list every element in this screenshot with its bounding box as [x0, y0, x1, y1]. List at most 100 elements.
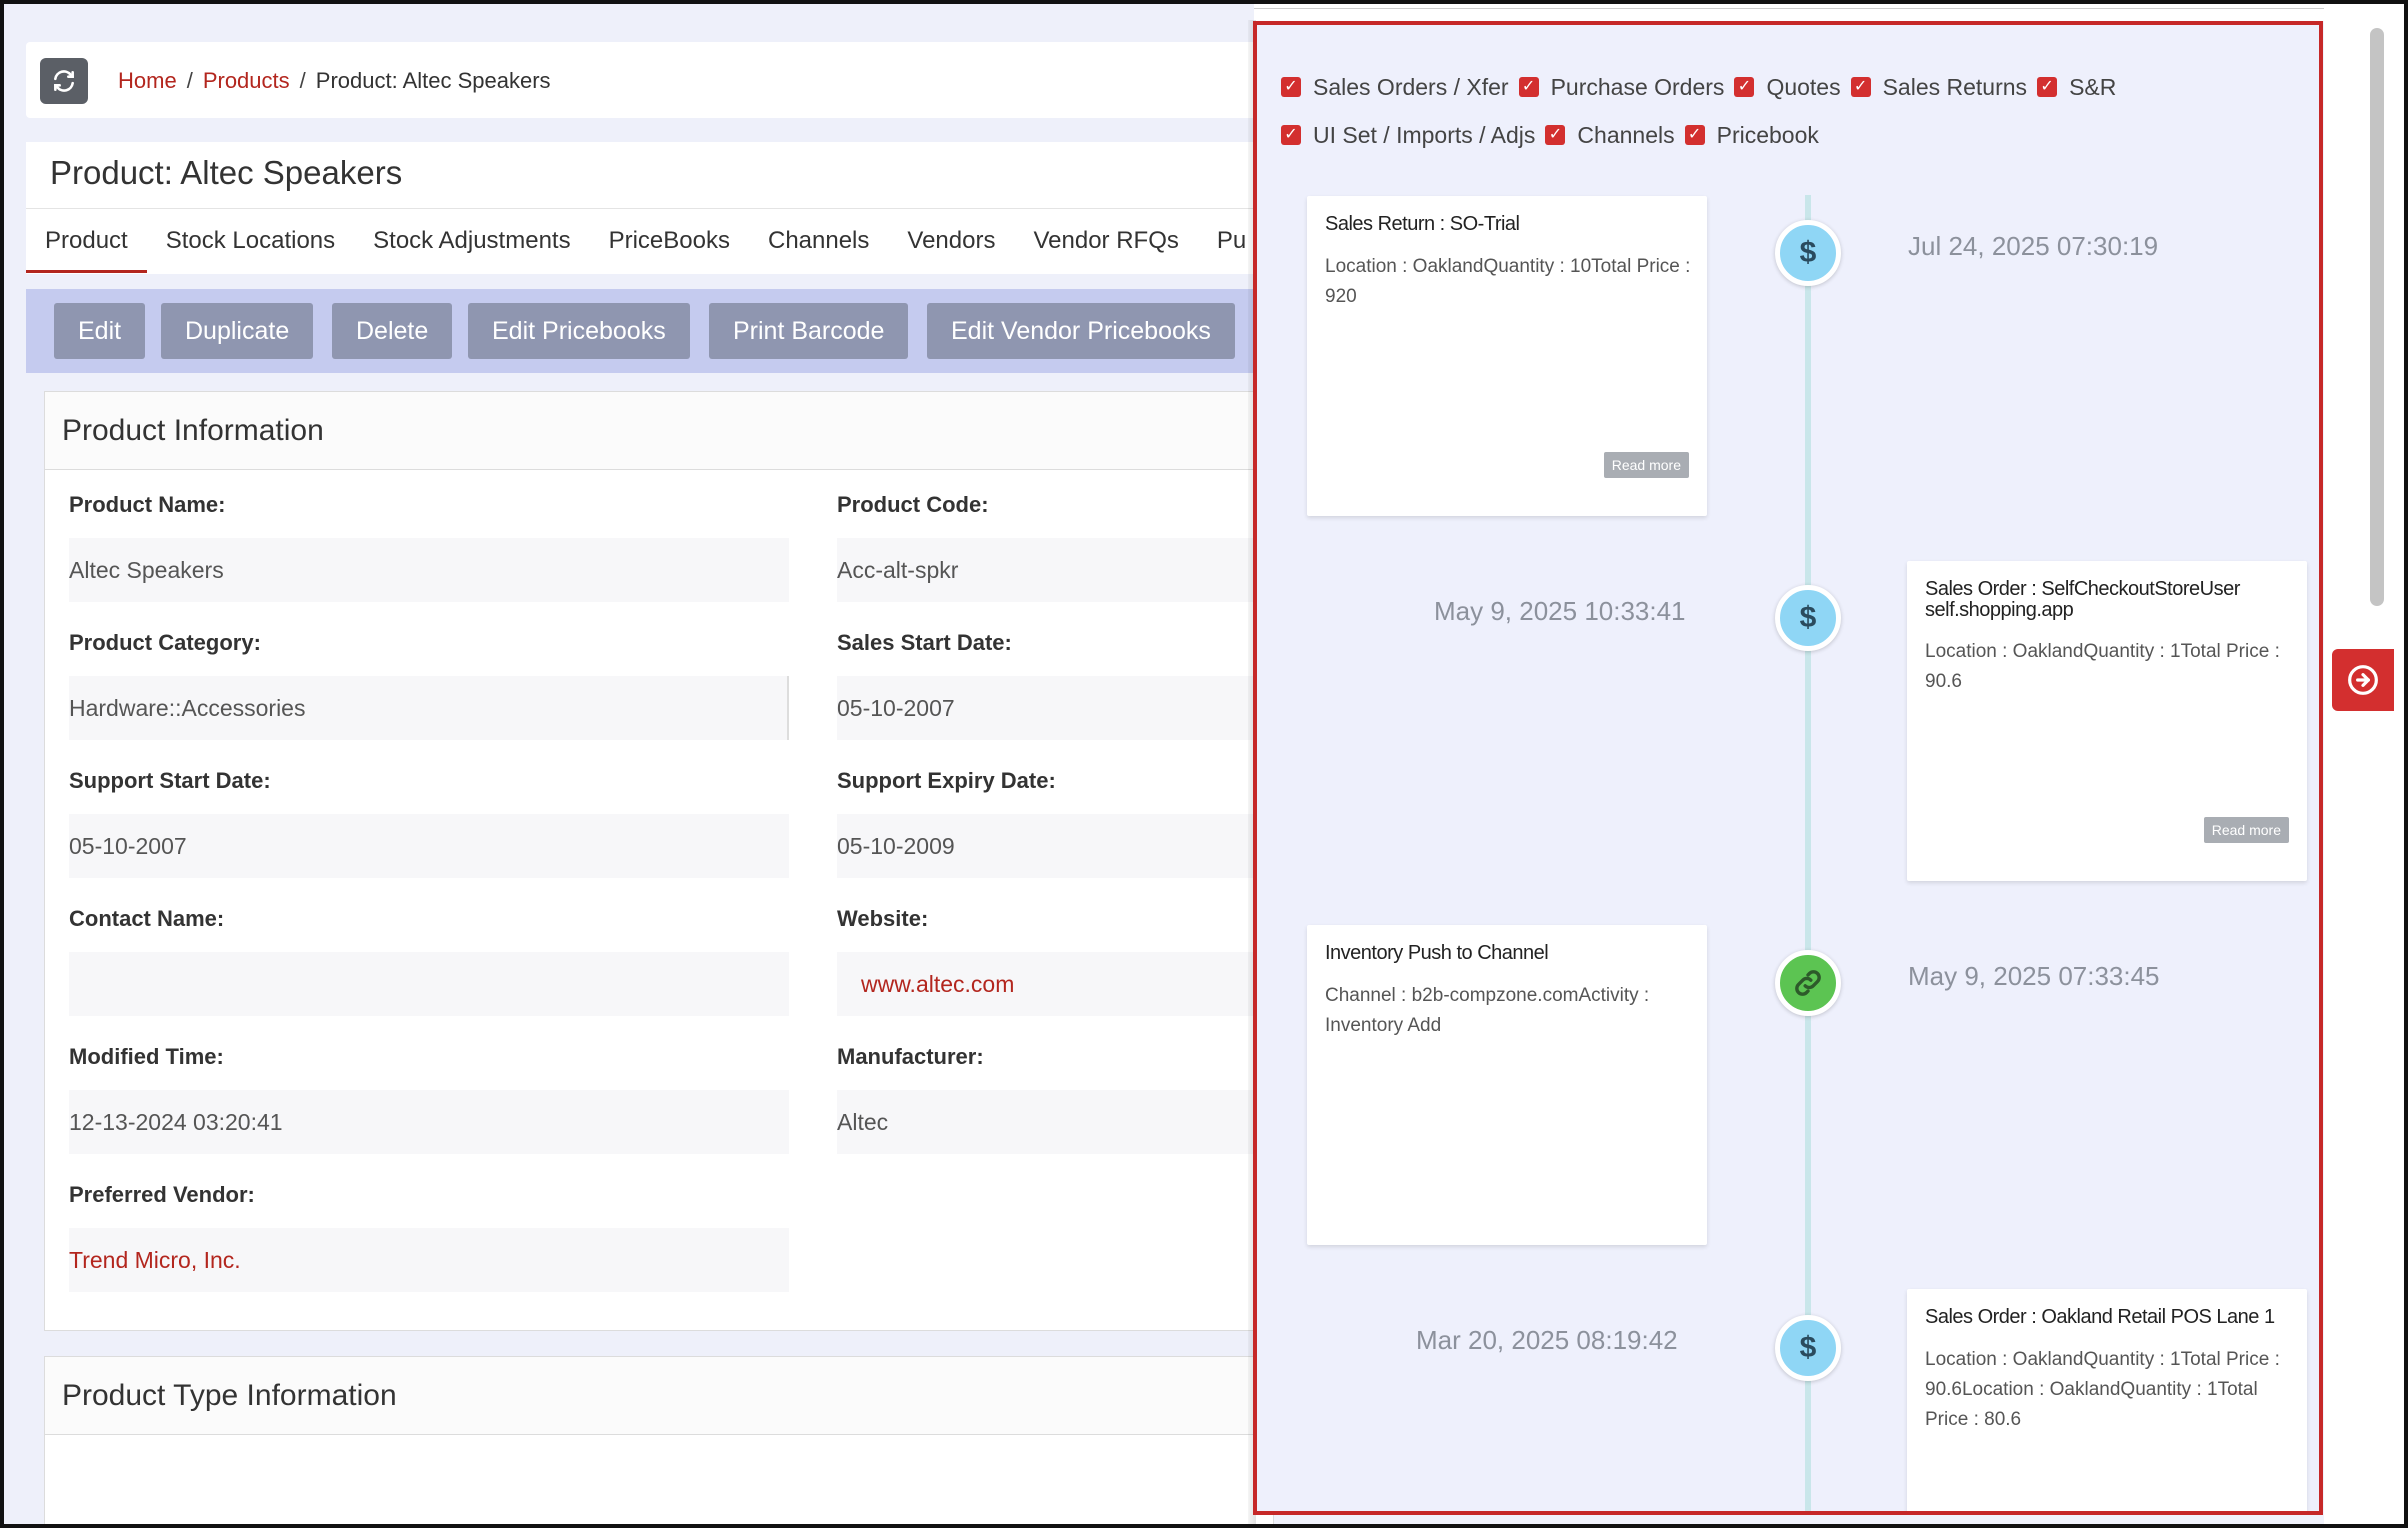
breadcrumb-separator: /	[186, 68, 193, 93]
filter-channels[interactable]: ✓ Channels	[1545, 122, 1678, 149]
arrow-right-circle-icon	[2348, 665, 2378, 695]
filter-label: Pricebook	[1716, 121, 1819, 148]
filter-label: S&R	[2069, 73, 2117, 100]
tab-product[interactable]: Product	[26, 209, 147, 273]
tab-vendors[interactable]: Vendors	[888, 209, 1014, 273]
checkbox-checked-icon[interactable]: ✓	[1850, 77, 1871, 97]
timeline-filters: ✓ Sales Orders / Xfer ✓ Purchase Orders …	[1281, 63, 2301, 159]
manufacturer-label: Manufacturer:	[837, 1044, 984, 1069]
main-content: Home / Products / Product: Altec Speaker…	[4, 4, 1297, 1524]
timeline-card: Sales Return : SO-Trial Location : Oakla…	[1307, 196, 1707, 516]
website-label: Website:	[837, 906, 929, 931]
product-name-value: Altec Speakers	[69, 538, 789, 602]
read-more-button[interactable]: Read more	[2203, 817, 2289, 843]
tab-stock-locations[interactable]: Stock Locations	[147, 209, 354, 273]
filter-s-and-r[interactable]: ✓ S&R	[2037, 74, 2120, 101]
filter-label: UI Set / Imports / Adjs	[1313, 121, 1536, 148]
filter-sales-orders[interactable]: ✓ Sales Orders / Xfer	[1281, 74, 1513, 101]
breadcrumb-products[interactable]: Products	[203, 68, 290, 94]
timeline-card-title: Sales Return : SO-Trial	[1325, 213, 1520, 235]
app-window: Home / Products / Product: Altec Speaker…	[0, 0, 2408, 1528]
support-start-date-label: Support Start Date:	[69, 768, 271, 793]
edit-vendor-pricebooks-button[interactable]: Edit Vendor Pricebooks	[927, 303, 1235, 359]
product-information-card: Product Information Product Name: Altec …	[44, 391, 1297, 1331]
product-type-heading: Product Type Information	[45, 1357, 1273, 1435]
edit-button[interactable]: Edit	[54, 303, 146, 359]
top-strip	[1254, 4, 2404, 21]
filter-quotes[interactable]: ✓ Quotes	[1734, 74, 1844, 101]
checkbox-checked-icon[interactable]: ✓	[1281, 125, 1301, 145]
checkbox-checked-icon[interactable]: ✓	[1518, 77, 1539, 97]
delete-button[interactable]: Delete	[332, 303, 453, 359]
print-barcode-button[interactable]: Print Barcode	[709, 303, 909, 359]
divider	[1254, 8, 2354, 9]
read-more-button[interactable]: Read more	[1603, 452, 1689, 478]
tab-vendor-rfqs[interactable]: Vendor RFQs	[1014, 209, 1197, 273]
checkbox-checked-icon[interactable]: ✓	[1684, 125, 1705, 145]
product-code-label: Product Code:	[837, 492, 989, 517]
sales-start-date-label: Sales Start Date:	[837, 630, 1012, 655]
sales-start-date-value: 05-10-2007	[837, 676, 1297, 740]
filter-label: Sales Orders / Xfer	[1313, 73, 1509, 100]
breadcrumb: Home / Products / Product: Altec Speaker…	[118, 68, 551, 94]
timeline-date: May 9, 2025 07:33:45	[1908, 961, 2160, 991]
timeline-card-title: Sales Order : SelfCheckoutStoreUser self…	[1925, 578, 2240, 621]
refresh-button[interactable]	[40, 58, 88, 104]
timeline-card: Sales Order : SelfCheckoutStoreUser self…	[1907, 561, 2307, 881]
checkbox-checked-icon[interactable]: ✓	[1545, 125, 1566, 145]
activity-timeline-panel: ✓ Sales Orders / Xfer ✓ Purchase Orders …	[1253, 21, 2323, 1515]
timeline-card-body: Location : OaklandQuantity : 10Total Pri…	[1325, 256, 1691, 307]
filter-label: Quotes	[1766, 73, 1841, 100]
filter-pricebook[interactable]: ✓ Pricebook	[1684, 121, 1823, 149]
timeline-card-body: Channel : b2b-compzone.comActivity : Inv…	[1325, 985, 1650, 1036]
link-icon	[1775, 950, 1841, 1016]
timeline-date: May 9, 2025 10:33:41	[1434, 596, 1686, 626]
support-start-date-value: 05-10-2007	[69, 814, 789, 878]
breadcrumb-home[interactable]: Home	[118, 68, 177, 94]
title-card: Product: Altec Speakers Product Stock Lo…	[26, 142, 1266, 274]
contact-name-label: Contact Name:	[69, 906, 225, 931]
modified-time-label: Modified Time:	[69, 1044, 224, 1069]
timeline-card-title: Sales Order : Oakland Retail POS Lane 1	[1925, 1306, 2275, 1328]
collapse-panel-button[interactable]	[2332, 649, 2394, 711]
tab-channels[interactable]: Channels	[749, 209, 888, 273]
support-expiry-date-value: 05-10-2009	[837, 814, 1297, 878]
product-type-card: Product Type Information	[44, 1356, 1274, 1524]
scrollbar-thumb[interactable]	[2370, 28, 2384, 606]
breadcrumb-bar: Home / Products / Product: Altec Speaker…	[26, 42, 1266, 118]
timeline-card-body: Location : OaklandQuantity : 1Total Pric…	[1925, 1349, 2280, 1430]
product-information-heading: Product Information	[45, 392, 1273, 470]
timeline-date: Mar 20, 2025 08:19:42	[1416, 1325, 1678, 1355]
website-link[interactable]: www.altec.com	[837, 952, 1297, 1016]
duplicate-button[interactable]: Duplicate	[161, 303, 314, 359]
tab-stock-adjustments[interactable]: Stock Adjustments	[354, 209, 589, 273]
product-code-value: Acc-alt-spkr	[837, 538, 1297, 602]
modified-time-value: 12-13-2024 03:20:41	[69, 1090, 789, 1154]
filter-sales-returns[interactable]: ✓ Sales Returns	[1850, 73, 2031, 101]
filter-row: ✓ Sales Orders / Xfer ✓ Purchase Orders …	[1281, 63, 2301, 111]
filter-ui-set-imports-adjs[interactable]: ✓ UI Set / Imports / Adjs	[1281, 122, 1539, 149]
product-category-value: Hardware::Accessories	[69, 676, 789, 740]
filter-label: Purchase Orders	[1550, 73, 1725, 100]
filter-purchase-orders[interactable]: ✓ Purchase Orders	[1518, 73, 1729, 101]
timeline-date: Jul 24, 2025 07:30:19	[1908, 231, 2159, 261]
contact-name-value	[69, 952, 789, 1016]
breadcrumb-separator: /	[299, 68, 306, 93]
preferred-vendor-link[interactable]: Trend Micro, Inc.	[69, 1228, 789, 1292]
checkbox-checked-icon[interactable]: ✓	[1734, 77, 1755, 97]
manufacturer-value: Altec	[837, 1090, 1297, 1154]
edit-pricebooks-button[interactable]: Edit Pricebooks	[468, 303, 690, 359]
refresh-icon	[54, 70, 74, 92]
timeline-card-body: Location : OaklandQuantity : 1Total Pric…	[1925, 641, 2280, 692]
timeline-card: Inventory Push to Channel Channel : b2b-…	[1307, 925, 1707, 1245]
page-title: Product: Altec Speakers	[50, 154, 403, 191]
tab-pricebooks[interactable]: PriceBooks	[590, 209, 749, 273]
checkbox-checked-icon[interactable]: ✓	[2037, 77, 2058, 97]
action-toolbar: Edit Duplicate Delete Edit Pricebooks Pr…	[26, 289, 1266, 373]
timeline-card: Sales Order : Oakland Retail POS Lane 1 …	[1907, 1289, 2307, 1511]
dollar-icon: $	[1775, 220, 1841, 286]
filter-label: Sales Returns	[1882, 73, 2028, 100]
filter-row: ✓ UI Set / Imports / Adjs ✓ Channels ✓ P…	[1281, 111, 2301, 159]
dollar-icon: $	[1775, 1315, 1841, 1381]
checkbox-checked-icon[interactable]: ✓	[1281, 77, 1301, 97]
